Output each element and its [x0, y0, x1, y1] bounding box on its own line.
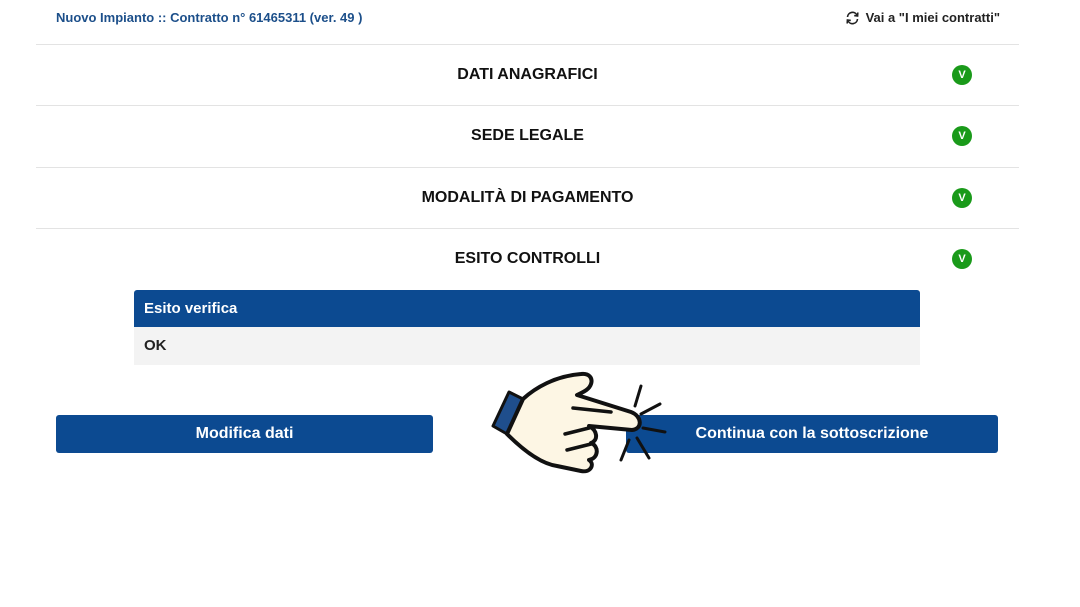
top-bar: Nuovo Impianto :: Contratto n° 61465311 … [0, 0, 1080, 40]
section-dati-anagrafici[interactable]: DATI ANAGRAFICI V [36, 45, 1019, 105]
check-badge-icon: V [952, 188, 972, 208]
section-modalita-pagamento[interactable]: MODALITÀ DI PAGAMENTO V [36, 168, 1019, 228]
section-label: MODALITÀ DI PAGAMENTO [421, 189, 634, 206]
verification-result-value: OK [134, 327, 920, 365]
section-esito-controlli[interactable]: ESITO CONTROLLI V [36, 229, 1019, 289]
verification-result-header: Esito verifica [134, 290, 920, 327]
modify-data-button[interactable]: Modifica dati [56, 415, 433, 453]
continue-subscription-button[interactable]: Continua con la sottoscrizione [626, 415, 998, 453]
my-contracts-link[interactable]: Vai a "I miei contratti" [845, 10, 1000, 25]
section-label: SEDE LEGALE [471, 127, 584, 144]
section-label: ESITO CONTROLLI [454, 250, 601, 267]
section-label: DATI ANAGRAFICI [457, 66, 598, 83]
my-contracts-link-label: Vai a "I miei contratti" [865, 10, 1000, 25]
check-badge-icon: V [952, 249, 972, 269]
contract-title: Nuovo Impianto :: Contratto n° 61465311 … [56, 10, 363, 25]
verification-result-card: Esito verifica OK [134, 290, 920, 365]
check-badge-icon: V [952, 65, 972, 85]
section-sede-legale[interactable]: SEDE LEGALE V [36, 106, 1019, 166]
pointing-hand-icon [485, 366, 675, 486]
refresh-icon [845, 11, 860, 25]
check-badge-icon: V [952, 126, 972, 146]
